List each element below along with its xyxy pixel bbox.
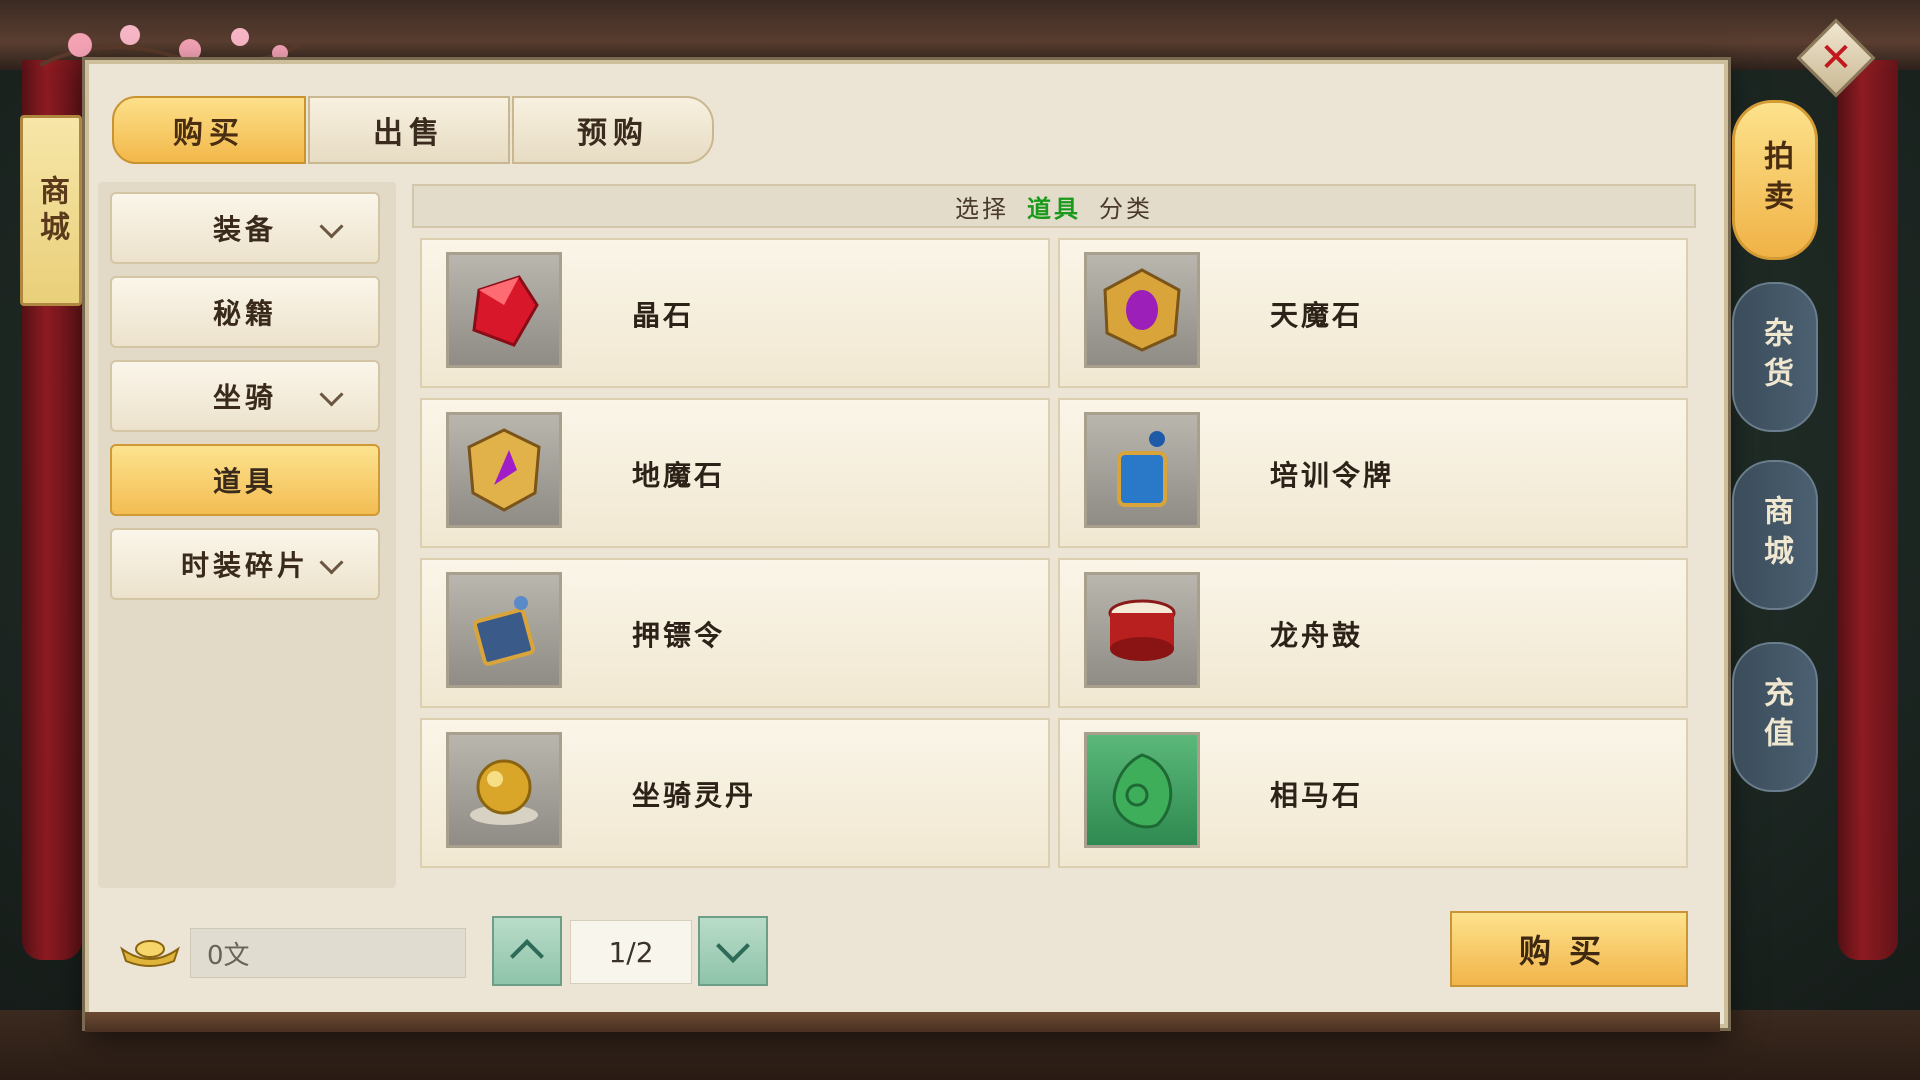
category-label: 装备 — [212, 213, 277, 246]
item-name: 培训令牌 — [1270, 459, 1395, 492]
side-tab-label: 充值 — [1758, 677, 1793, 757]
blue-token-icon — [1084, 412, 1200, 528]
chevron-down-icon — [716, 929, 750, 963]
golden-pill-icon — [446, 732, 562, 848]
purple-gem-amulet-icon — [1084, 252, 1200, 368]
side-tab-label: 杂货 — [1758, 317, 1793, 397]
item-name: 押镖令 — [632, 619, 726, 652]
page-down-button[interactable] — [698, 916, 768, 986]
golden-emblem-icon — [446, 412, 562, 528]
category-mounts[interactable]: 坐骑 — [110, 360, 380, 432]
category-label: 坐骑 — [212, 381, 277, 414]
category-label: 时装碎片 — [180, 549, 309, 582]
store-title-plaque: 商城 — [20, 115, 82, 306]
chevron-up-icon — [510, 939, 544, 973]
tab-sell[interactable]: 出售 — [308, 96, 510, 164]
category-items[interactable]: 道具 — [110, 444, 380, 516]
header-highlight: 道具 — [1027, 193, 1081, 223]
escort-token-icon — [446, 572, 562, 688]
item-name: 龙舟鼓 — [1270, 619, 1364, 652]
header-prefix: 选择 — [955, 194, 1009, 223]
right-curtain — [1838, 60, 1898, 960]
item-card[interactable]: 晶石 — [420, 238, 1050, 388]
side-tab-mall[interactable]: 商城 — [1732, 460, 1818, 610]
item-name: 晶石 — [632, 299, 695, 332]
item-card[interactable]: 龙舟鼓 — [1058, 558, 1688, 708]
category-equipment[interactable]: 装备 — [110, 192, 380, 264]
category-list: 装备 秘籍 坐骑 道具 时装碎片 — [98, 182, 396, 888]
item-card[interactable]: 相马石 — [1058, 718, 1688, 868]
category-manuals[interactable]: 秘籍 — [110, 276, 380, 348]
tab-buy[interactable]: 购买 — [112, 96, 306, 164]
category-label: 秘籍 — [212, 297, 277, 330]
item-name: 坐骑灵丹 — [632, 779, 757, 812]
page-indicator: 1/2 — [570, 920, 692, 984]
category-header: 选择 道具 分类 — [412, 184, 1696, 228]
jade-stone-icon — [1084, 732, 1200, 848]
top-tabs: 购买 出售 预购 — [112, 96, 716, 164]
tab-preorder[interactable]: 预购 — [512, 96, 714, 164]
chevron-down-icon — [319, 214, 344, 239]
chevron-down-icon — [319, 382, 344, 407]
item-name: 天魔石 — [1270, 299, 1364, 332]
item-card[interactable]: 押镖令 — [420, 558, 1050, 708]
item-card[interactable]: 培训令牌 — [1058, 398, 1688, 548]
chevron-down-icon — [319, 550, 344, 575]
side-tab-label: 商城 — [1758, 495, 1793, 575]
red-crystal-icon — [446, 252, 562, 368]
category-fashion-shards[interactable]: 时装碎片 — [110, 528, 380, 600]
gold-ingot-icon — [120, 940, 180, 967]
side-tab-label: 拍卖 — [1758, 140, 1793, 220]
item-name: 相马石 — [1270, 779, 1364, 812]
side-tab-sundries[interactable]: 杂货 — [1732, 282, 1818, 432]
item-card[interactable]: 地魔石 — [420, 398, 1050, 548]
item-name: 地魔石 — [632, 459, 726, 492]
dragon-boat-drum-icon — [1084, 572, 1200, 688]
category-label: 道具 — [212, 465, 277, 498]
money-display: 0文 — [190, 928, 466, 978]
header-suffix: 分类 — [1099, 194, 1153, 223]
item-card[interactable]: 坐骑灵丹 — [420, 718, 1050, 868]
side-tab-recharge[interactable]: 充值 — [1732, 642, 1818, 792]
page-up-button[interactable] — [492, 916, 562, 986]
buy-button[interactable]: 购买 — [1450, 911, 1688, 987]
side-tab-auction[interactable]: 拍卖 — [1732, 100, 1818, 260]
store-title: 商城 — [34, 174, 69, 247]
item-card[interactable]: 天魔石 — [1058, 238, 1688, 388]
panel-bottom-trim — [85, 1012, 1720, 1032]
